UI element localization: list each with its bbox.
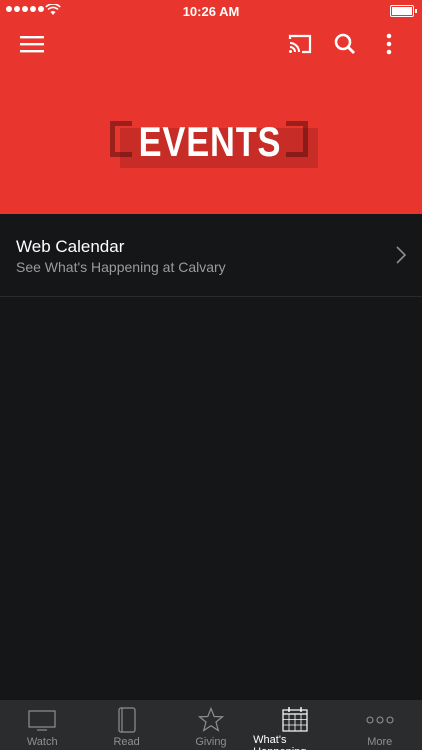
tab-label: More	[367, 736, 393, 748]
tab-more[interactable]: More	[338, 700, 422, 750]
list-item-subtitle: See What's Happening at Calvary	[16, 259, 226, 275]
tab-whats-happening[interactable]: What's Happening	[253, 700, 337, 750]
list-item-web-calendar[interactable]: Web Calendar See What's Happening at Cal…	[0, 214, 422, 297]
status-bar: 10:26 AM	[0, 0, 422, 22]
banner-title: EVENTS	[138, 118, 282, 165]
tab-label: Giving	[195, 736, 227, 748]
tab-watch[interactable]: Watch	[0, 700, 84, 750]
book-icon	[117, 707, 136, 733]
more-dots-icon	[366, 716, 394, 724]
overflow-menu-button[interactable]	[375, 30, 403, 58]
list-item-title: Web Calendar	[16, 237, 125, 256]
tab-label: Read	[113, 736, 140, 748]
tab-bar: Watch Read Giving What's More	[0, 700, 422, 750]
tab-label: Watch	[26, 736, 58, 748]
search-button[interactable]	[331, 30, 359, 58]
battery-icon	[390, 5, 417, 17]
vertical-dots-icon	[386, 33, 392, 55]
cast-button[interactable]	[286, 30, 314, 58]
hamburger-icon	[20, 36, 44, 53]
header: 10:26 AM EVENTS	[0, 0, 422, 214]
search-icon	[334, 33, 355, 54]
status-time: 10:26 AM	[182, 4, 240, 19]
events-banner: EVENTS	[110, 118, 318, 168]
tab-read[interactable]: Read	[84, 700, 168, 750]
cast-icon	[288, 34, 312, 54]
star-icon	[197, 707, 224, 732]
tv-icon	[28, 710, 56, 731]
chevron-right-icon	[396, 246, 406, 264]
tab-label: What's Happening	[253, 734, 306, 750]
calendar-icon	[282, 707, 308, 732]
tab-giving[interactable]: Giving	[169, 700, 253, 750]
menu-button[interactable]	[18, 30, 46, 58]
